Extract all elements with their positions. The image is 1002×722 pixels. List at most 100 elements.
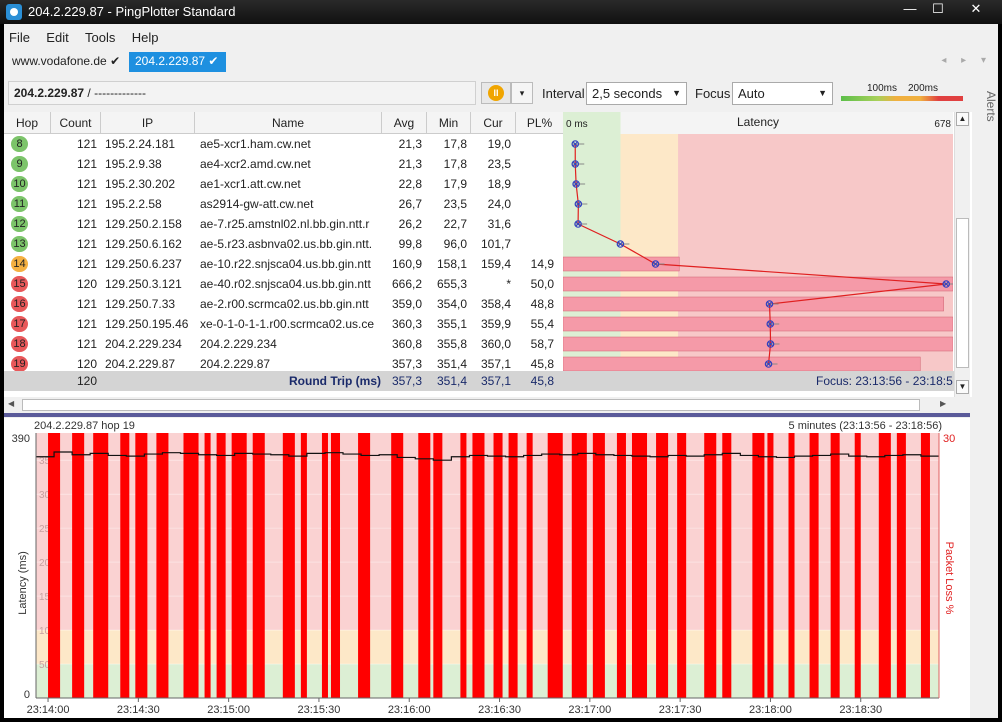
avg-cell: 360,3 — [391, 317, 422, 331]
col-min[interactable]: Min — [427, 112, 471, 134]
packet-loss-bar — [93, 433, 109, 698]
close-button[interactable]: ✕ — [954, 0, 998, 20]
table-row[interactable]: 18 121 204.2.229.234 204.2.229.234 360,8 355,… — [4, 334, 564, 354]
table-row[interactable]: 17 121 129.250.195.46 xe-0-1-0-1-1.r00.scrm… — [4, 314, 564, 334]
timeline-range: 5 minutes (23:13:56 - 23:18:56) — [789, 420, 942, 432]
count-cell: 121 — [76, 237, 97, 251]
scroll-up-icon[interactable]: ▲ — [956, 112, 969, 126]
pane-splitter[interactable] — [4, 413, 970, 417]
min-cell: 355,1 — [436, 317, 467, 331]
scroll-thumb[interactable] — [956, 218, 969, 368]
alerts-side-tab[interactable]: Alerts — [980, 74, 998, 134]
ip-cell: 129.250.2.158 — [105, 217, 182, 231]
timeline-graph: 204.2.229.87 hop 19 5 minutes (23:13:56 -… — [4, 418, 970, 718]
target-path: / ------------- — [84, 86, 147, 100]
count-cell: 121 — [76, 337, 97, 351]
scroll-left-icon[interactable]: ◀ — [8, 399, 14, 408]
grid-vertical-scrollbar[interactable]: ▲ ▼ — [954, 112, 970, 397]
count-cell: 121 — [76, 137, 97, 151]
avg-cell: 26,7 — [398, 197, 422, 211]
col-ip[interactable]: IP — [101, 112, 195, 134]
packet-loss-bar — [592, 433, 605, 698]
latency-graph: 0 ms Latency 678 — [562, 112, 956, 372]
min-cell: 355,8 — [436, 337, 467, 351]
packet-loss-bar — [433, 433, 443, 698]
scroll-down-icon[interactable]: ▼ — [956, 380, 969, 394]
hop-badge: 17 — [11, 316, 28, 332]
table-row[interactable]: 16 121 129.250.7.33 ae-2.r00.scrmca02.us.bb… — [4, 294, 564, 314]
pause-icon: II — [488, 85, 504, 101]
pl-cell: 48,8 — [530, 297, 554, 311]
tab-target-active[interactable]: 204.2.229.87 ✔ — [129, 52, 226, 72]
name-cell: as2914-gw-att.cw.net — [200, 197, 314, 211]
table-row[interactable]: 14 121 129.250.6.237 ae-10.r22.snjsca04.us.… — [4, 254, 564, 274]
packet-loss-bar — [300, 433, 307, 698]
ip-cell: 195.2.9.38 — [105, 157, 162, 171]
grid-horizontal-scrollbar[interactable]: ◀ ▶ — [4, 398, 952, 412]
tab-scroll-arrows[interactable]: ◂ ▸ ▾ — [941, 55, 992, 66]
hop-badge: 14 — [11, 256, 28, 272]
table-row[interactable]: 9 121 195.2.9.38 ae4-xcr2.amd.cw.net 21,3 17,… — [4, 154, 564, 174]
col-avg[interactable]: Avg — [382, 112, 427, 134]
pl-cell: 55,4 — [530, 317, 554, 331]
scroll-right-icon[interactable]: ▶ — [940, 399, 946, 408]
scale-gradient-bar — [841, 96, 963, 101]
col-hop[interactable]: Hop — [4, 112, 51, 134]
minimize-button[interactable]: — — [896, 0, 924, 20]
table-row[interactable]: 12 121 129.250.2.158 ae-7.r25.amstnl02.nl.b… — [4, 214, 564, 234]
col-name[interactable]: Name — [195, 112, 382, 134]
table-row[interactable]: 10 121 195.2.30.202 ae1-xcr1.att.cw.net 22,8… — [4, 174, 564, 194]
interval-value: 2,5 seconds — [592, 86, 663, 101]
menu-help[interactable]: Help — [127, 28, 167, 45]
count-cell: 121 — [76, 257, 97, 271]
col-cur[interactable]: Cur — [471, 112, 516, 134]
target-address-field[interactable]: 204.2.229.87 / ------------- — [8, 81, 476, 105]
scroll-thumb[interactable] — [22, 399, 920, 411]
focus-select[interactable]: Auto ▼ — [732, 82, 833, 105]
packet-loss-bar — [204, 433, 211, 698]
y-zero-label: 0 — [24, 689, 30, 701]
menu-edit[interactable]: Edit — [41, 28, 76, 45]
cur-cell: 24,0 — [487, 197, 511, 211]
min-cell: 158,1 — [436, 257, 467, 271]
packet-loss-bar — [547, 433, 563, 698]
x-tick-label: 23:15:30 — [298, 704, 341, 716]
col-pl[interactable]: PL% — [516, 112, 564, 134]
rt-label: Round Trip (ms) — [289, 374, 381, 388]
packet-loss-bar — [282, 433, 295, 698]
table-row[interactable]: 11 121 195.2.2.58 as2914-gw-att.cw.net 26,7 2… — [4, 194, 564, 214]
min-cell: 17,8 — [443, 137, 467, 151]
interval-label: Interval — [542, 86, 585, 101]
menu-tools[interactable]: Tools — [80, 28, 123, 45]
packet-loss-bar — [656, 433, 669, 698]
count-cell: 120 — [76, 277, 97, 291]
packet-loss-bar — [722, 433, 732, 698]
min-cell: 17,9 — [443, 177, 467, 191]
pause-button[interactable]: II — [481, 82, 511, 104]
maximize-button[interactable]: ☐ — [924, 0, 952, 20]
table-row[interactable]: 8 121 195.2.24.181 ae5-xcr1.ham.cw.net 21,3 1… — [4, 134, 564, 154]
packet-loss-bar — [183, 433, 199, 698]
cur-cell: 358,4 — [480, 297, 511, 311]
interval-select[interactable]: 2,5 seconds ▼ — [586, 82, 687, 105]
x-tick-label: 23:16:00 — [388, 704, 431, 716]
table-row[interactable]: 15 120 129.250.3.121 ae-40.r02.snjsca04.us.… — [4, 274, 564, 294]
y-axis-title: Latency (ms) — [17, 551, 29, 615]
count-cell: 121 — [76, 177, 97, 191]
x-tick-label: 23:15:00 — [207, 704, 250, 716]
cur-cell: 23,5 — [487, 157, 511, 171]
y-max-label: 390 — [12, 433, 30, 445]
tab-vodafone[interactable]: www.vodafone.de ✔ — [6, 52, 126, 72]
packet-loss-bar — [472, 433, 485, 698]
packet-loss-bar — [358, 433, 371, 698]
table-row[interactable]: 13 121 129.250.6.162 ae-5.r23.asbnva02.us.b… — [4, 234, 564, 254]
col-count[interactable]: Count — [51, 112, 101, 134]
min-cell: 354,0 — [436, 297, 467, 311]
menu-bar: File Edit Tools Help — [4, 28, 167, 48]
packet-loss-bar — [562, 316, 954, 332]
pause-dropdown-button[interactable]: ▾ — [511, 82, 533, 104]
x-tick-label: 23:18:30 — [839, 704, 882, 716]
packet-loss-bar — [704, 433, 717, 698]
rt-count: 120 — [76, 374, 97, 388]
menu-file[interactable]: File — [4, 28, 38, 45]
